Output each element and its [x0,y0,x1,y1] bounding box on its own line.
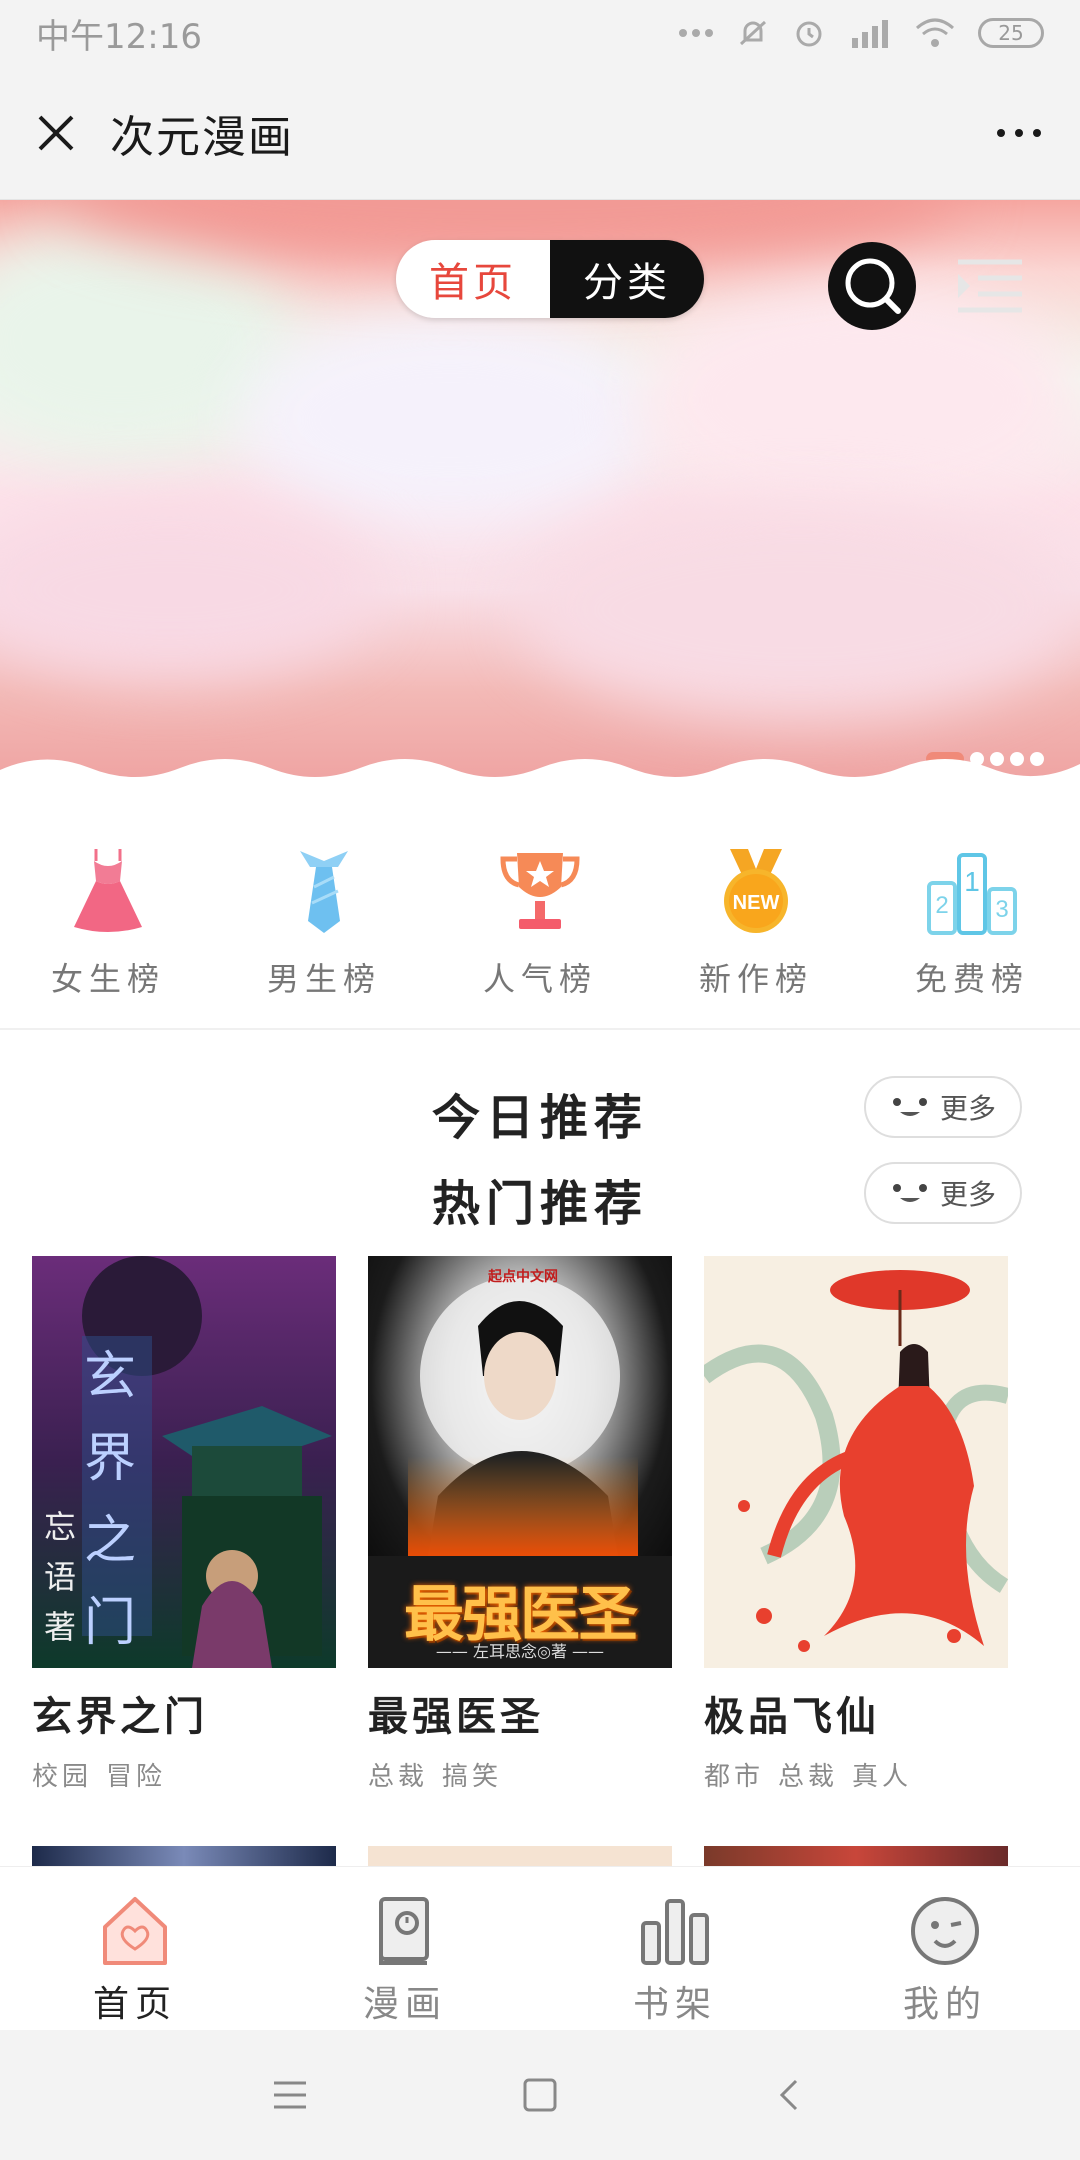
book-card[interactable]: 玄界之门 忘语 著 玄界之门 校园 冒险 [32,1256,336,1793]
book-cover-partial[interactable] [704,1846,1008,1868]
banner-blob [0,500,380,680]
book-tag: 都市 [704,1762,765,1792]
book-cover[interactable]: 起点中文网 最强医圣 —— 左耳思念◎著 —— [368,1256,672,1668]
new-badge-text: NEW [733,892,780,914]
nav-comics[interactable]: 漫画 [305,1867,505,2030]
rank-label: 男生榜 [266,960,381,998]
rank-label: 人气榜 [482,960,597,998]
podium-label-3: 3 [995,896,1008,923]
necktie-icon [276,844,372,940]
more-options-icon[interactable] [994,108,1044,158]
book-card[interactable]: 起点中文网 最强医圣 —— 左耳思念◎著 —— 最强医圣 总裁 搞笑 [368,1256,672,1793]
more-button[interactable]: 更多 [864,1162,1022,1224]
nav-home[interactable]: 首页 [35,1867,235,2030]
more-button[interactable]: 更多 [864,1076,1022,1138]
book-tag: 搞笑 [442,1762,503,1792]
rank-free[interactable]: 2 1 3 免费榜 [882,844,1062,1000]
book-tag: 校园 [32,1762,93,1792]
menu-list-icon[interactable] [956,256,1024,316]
nav-label: 我的 [902,1984,987,2025]
more-dots-icon [679,29,713,37]
new-medal-icon: NEW [708,844,804,940]
cover-author: —— 左耳思念◎著 —— [435,1642,605,1661]
nav-label: 书架 [632,1984,717,2025]
book-icon [379,1897,429,1965]
tab-home[interactable]: 首页 [396,240,550,318]
more-label: 更多 [939,1178,996,1211]
ranking-shortcuts: 女生榜 男生榜 人气榜 NEW 新作榜 2 1 3 免费榜 [0,800,1080,1030]
bookshelf-icon [641,1899,709,1965]
cover-publisher: 起点中文网 [488,1269,558,1285]
trophy-icon [492,844,588,940]
home-heart-icon [103,1897,167,1965]
nav-mine[interactable]: 我的 [845,1867,1045,2030]
signal-icon [852,20,888,48]
face-icon [891,1184,928,1205]
section-hot: 热门推荐 更多 [0,1154,1080,1234]
face-icon [891,1098,928,1119]
book-tag: 真人 [852,1762,913,1792]
podium-icon: 2 1 3 [924,844,1020,940]
book-tag: 总裁 [778,1762,839,1792]
book-tags: 校园 冒险 [32,1756,336,1793]
book-cover-partial[interactable] [368,1846,672,1868]
book-cover[interactable] [704,1256,1008,1668]
book-cover[interactable]: 玄界之门 忘语 著 [32,1256,336,1668]
status-bar: 中午12:16 25 [0,0,1080,66]
nav-label: 首页 [92,1984,177,2025]
podium-label-2: 2 [935,892,948,919]
book-card[interactable]: 极品飞仙 都市 总裁 真人 [704,1256,1008,1793]
system-nav-bar [0,2030,1080,2160]
book-tag: 冒险 [106,1762,167,1792]
cover-author: 忘语 著 [44,1508,77,1646]
status-time: 中午12:16 [36,16,202,57]
book-title[interactable]: 玄界之门 [32,1684,336,1742]
nav-bookshelf[interactable]: 书架 [575,1867,775,2030]
menu-icon[interactable] [270,2077,310,2113]
status-icons: 25 [678,16,1044,50]
cover-title-art: 玄界之门 [84,1347,137,1653]
rank-label: 女生榜 [50,960,165,998]
banner-wave-edge [0,759,1080,800]
rank-female[interactable]: 女生榜 [18,844,198,1000]
title-bar: 次元漫画 [0,66,1080,200]
banner-blob [520,500,1080,720]
page-title: 次元漫画 [110,111,294,163]
wifi-icon [916,18,954,47]
section-today: 今日推荐 更多 [0,1068,1080,1148]
bottom-nav: 首页 漫画 书架 我的 [0,1866,1080,2030]
book-tags: 总裁 搞笑 [368,1756,672,1793]
rank-new[interactable]: NEW 新作榜 [666,844,846,1000]
book-title[interactable]: 极品飞仙 [704,1684,1008,1742]
rank-label: 新作榜 [698,960,813,998]
nav-label: 漫画 [362,1984,447,2025]
back-icon[interactable] [770,2075,810,2115]
rank-popular[interactable]: 人气榜 [450,844,630,1000]
face-icon [911,1897,979,1965]
battery-indicator: 25 [978,18,1044,48]
book-tags: 都市 总裁 真人 [704,1756,1008,1793]
book-tag: 总裁 [368,1762,429,1792]
dress-icon [60,844,156,940]
search-icon[interactable] [826,240,918,332]
home-square-icon[interactable] [520,2075,560,2115]
alarm-icon [796,21,822,47]
more-label: 更多 [939,1092,996,1125]
banner-carousel[interactable]: 首页 分类 [0,200,1080,800]
app-screen: 中午12:16 25 次元漫画 首页 分类 女生榜 男生榜 人气榜 NEW 新作… [0,0,1080,2160]
book-cover-partial[interactable] [32,1846,336,1868]
podium-label-1: 1 [964,866,980,897]
rank-label: 免费榜 [914,960,1029,998]
home-category-toggle: 首页 分类 [396,240,704,318]
rank-male[interactable]: 男生榜 [234,844,414,1000]
tab-category[interactable]: 分类 [550,240,704,318]
book-title[interactable]: 最强医圣 [368,1684,672,1742]
banner-blob [240,310,660,530]
mute-bell-icon [739,20,767,46]
close-icon[interactable] [36,113,76,153]
